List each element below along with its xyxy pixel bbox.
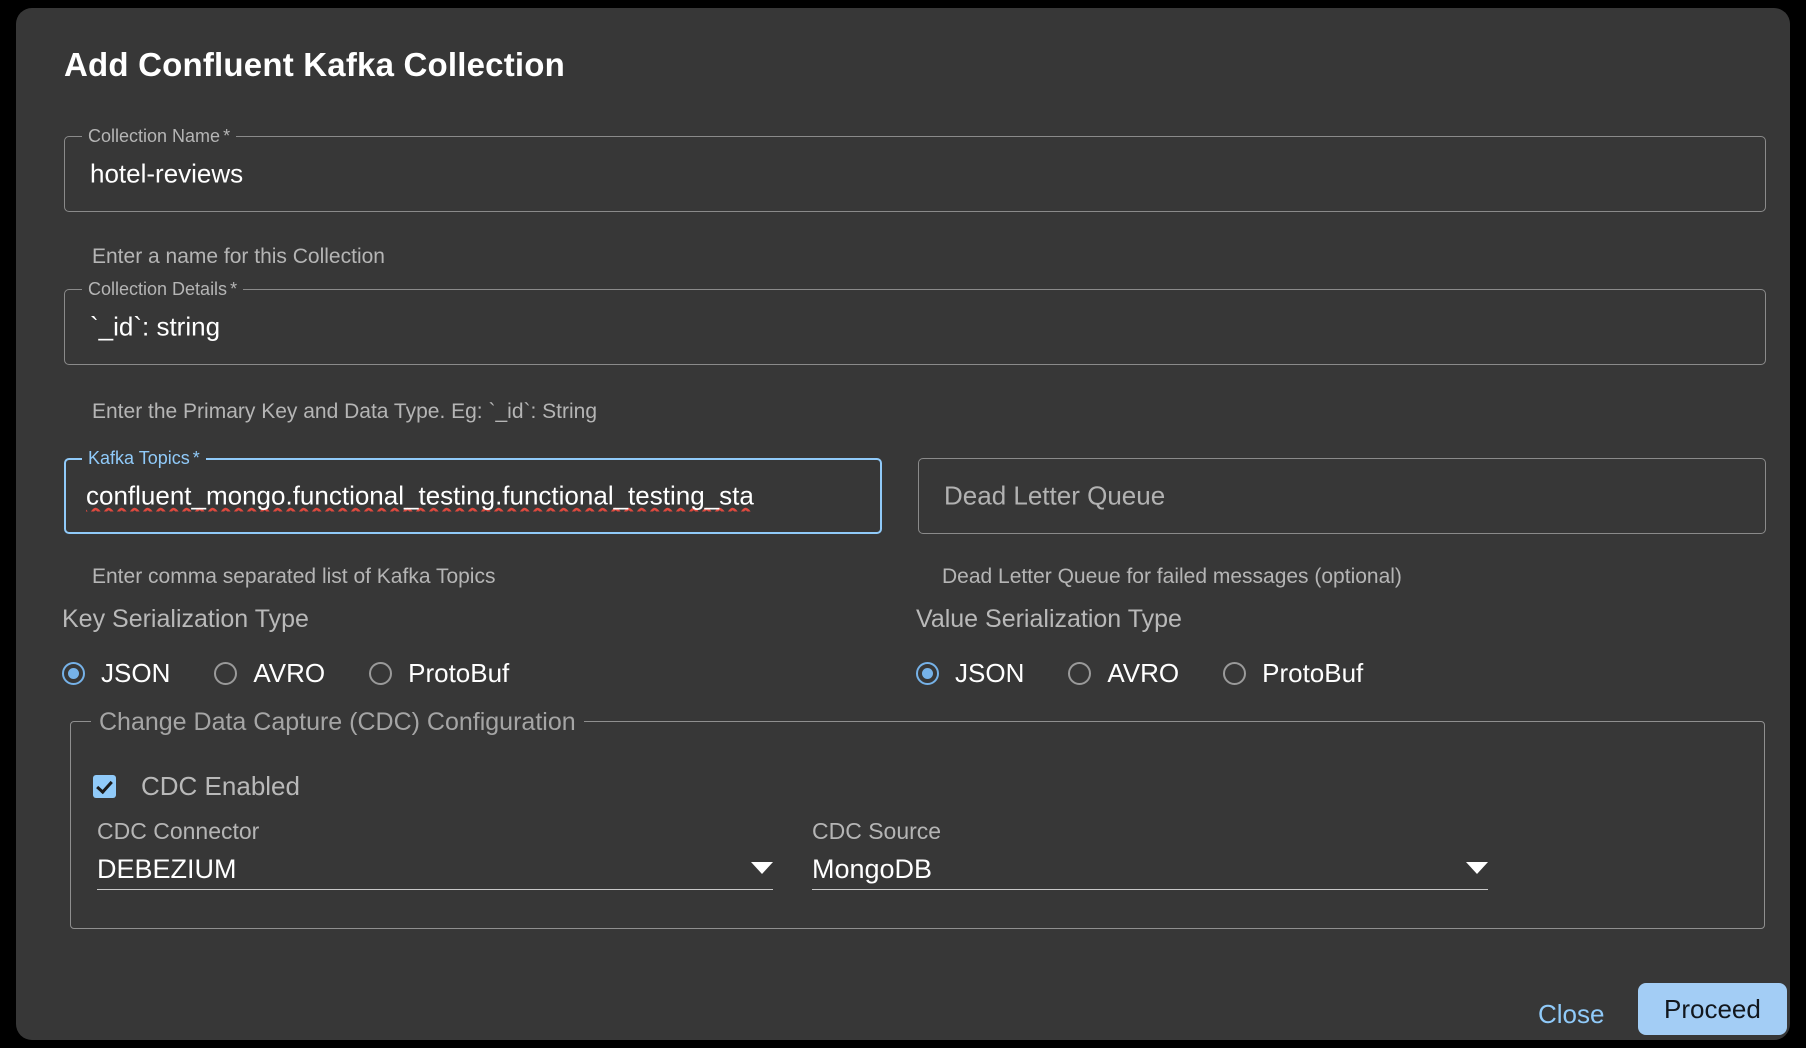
collection-details-value: `_id`: string (90, 311, 221, 342)
chevron-down-icon (751, 862, 773, 874)
cdc-connector-value: DEBEZIUM (97, 854, 237, 884)
kafka-topics-label: Kafka Topics * (82, 448, 206, 468)
radio-label: ProtoBuf (1262, 658, 1364, 688)
required-asterisk: * (230, 279, 238, 299)
collection-details-label: Collection Details * (82, 279, 244, 299)
dead-letter-queue-helper: Dead Letter Queue for failed messages (o… (942, 565, 1402, 588)
dialog-title: Add Confluent Kafka Collection (64, 46, 565, 83)
value-serialization-option-protobuf[interactable]: ProtoBuf (1223, 658, 1363, 689)
radio-label: AVRO (253, 658, 326, 688)
collection-name-field[interactable]: Collection Name * hotel-reviews (64, 126, 1766, 212)
collection-name-helper: Enter a name for this Collection (92, 245, 385, 268)
value-serialization-heading: Value Serialization Type (916, 605, 1182, 633)
cdc-connector-label: CDC Connector (97, 818, 260, 844)
collection-name-label-text: Collection Name (88, 126, 221, 146)
required-asterisk: * (223, 126, 231, 146)
kafka-topics-helper: Enter comma separated list of Kafka Topi… (92, 565, 496, 588)
radio-icon (369, 662, 393, 685)
dead-letter-queue-placeholder: Dead Letter Queue (944, 480, 1166, 511)
kafka-topics-field[interactable]: Kafka Topics * confluent_mongo.functional… (64, 448, 882, 534)
cdc-source-label: CDC Source (812, 818, 942, 844)
radio-label: AVRO (1107, 658, 1180, 688)
add-collection-dialog: Add Confluent Kafka Collection Collectio… (16, 8, 1790, 1040)
field-outline (64, 289, 1766, 365)
proceed-button[interactable]: Proceed (1638, 983, 1787, 1035)
value-serialization-radio-group[interactable]: JSON AVRO ProtoBuf (916, 658, 1407, 689)
required-asterisk: * (192, 448, 200, 468)
collection-name-value: hotel-reviews (90, 158, 244, 189)
collection-details-field[interactable]: Collection Details * `_id`: string (64, 279, 1766, 365)
radio-label: ProtoBuf (408, 658, 510, 688)
cdc-source-value: MongoDB (812, 854, 933, 884)
radio-icon (62, 662, 85, 685)
key-serialization-option-json[interactable]: JSON (62, 658, 170, 689)
radio-icon (1223, 662, 1247, 685)
key-serialization-radio-group[interactable]: JSON AVRO ProtoBuf (62, 658, 553, 689)
kafka-topics-label-text: Kafka Topics (88, 448, 190, 468)
radio-label: JSON (101, 658, 171, 688)
collection-name-label: Collection Name * (82, 126, 237, 146)
radio-icon (1068, 662, 1092, 685)
radio-icon (214, 662, 238, 685)
kafka-topics-value: confluent_mongo.functional_testing.funct… (86, 480, 754, 511)
close-button[interactable]: Close (1522, 989, 1620, 1040)
cdc-enabled-label: CDC Enabled (141, 771, 300, 801)
value-serialization-option-json[interactable]: JSON (916, 658, 1024, 689)
checkbox-checked-icon (93, 775, 116, 798)
key-serialization-heading: Key Serialization Type (62, 605, 309, 633)
cdc-enabled-checkbox[interactable]: CDC Enabled (93, 771, 300, 802)
cdc-source-select[interactable]: CDC Source MongoDB (812, 818, 1488, 890)
key-serialization-option-protobuf[interactable]: ProtoBuf (369, 658, 509, 689)
select-underline (97, 889, 773, 890)
value-serialization-option-avro[interactable]: AVRO (1068, 658, 1179, 689)
cdc-connector-select[interactable]: CDC Connector DEBEZIUM (97, 818, 773, 890)
cdc-configuration-legend: Change Data Capture (CDC) Configuration (91, 707, 584, 737)
cdc-configuration-section: Change Data Capture (CDC) Configuration … (70, 707, 1765, 929)
radio-label: JSON (955, 658, 1025, 688)
field-outline (64, 136, 1766, 212)
select-underline (812, 889, 1488, 890)
collection-details-label-text: Collection Details (88, 279, 228, 299)
chevron-down-icon (1466, 862, 1488, 874)
radio-icon (916, 662, 939, 685)
key-serialization-option-avro[interactable]: AVRO (214, 658, 325, 689)
dead-letter-queue-field[interactable]: Dead Letter Queue (918, 458, 1766, 534)
collection-details-helper: Enter the Primary Key and Data Type. Eg:… (92, 400, 598, 423)
